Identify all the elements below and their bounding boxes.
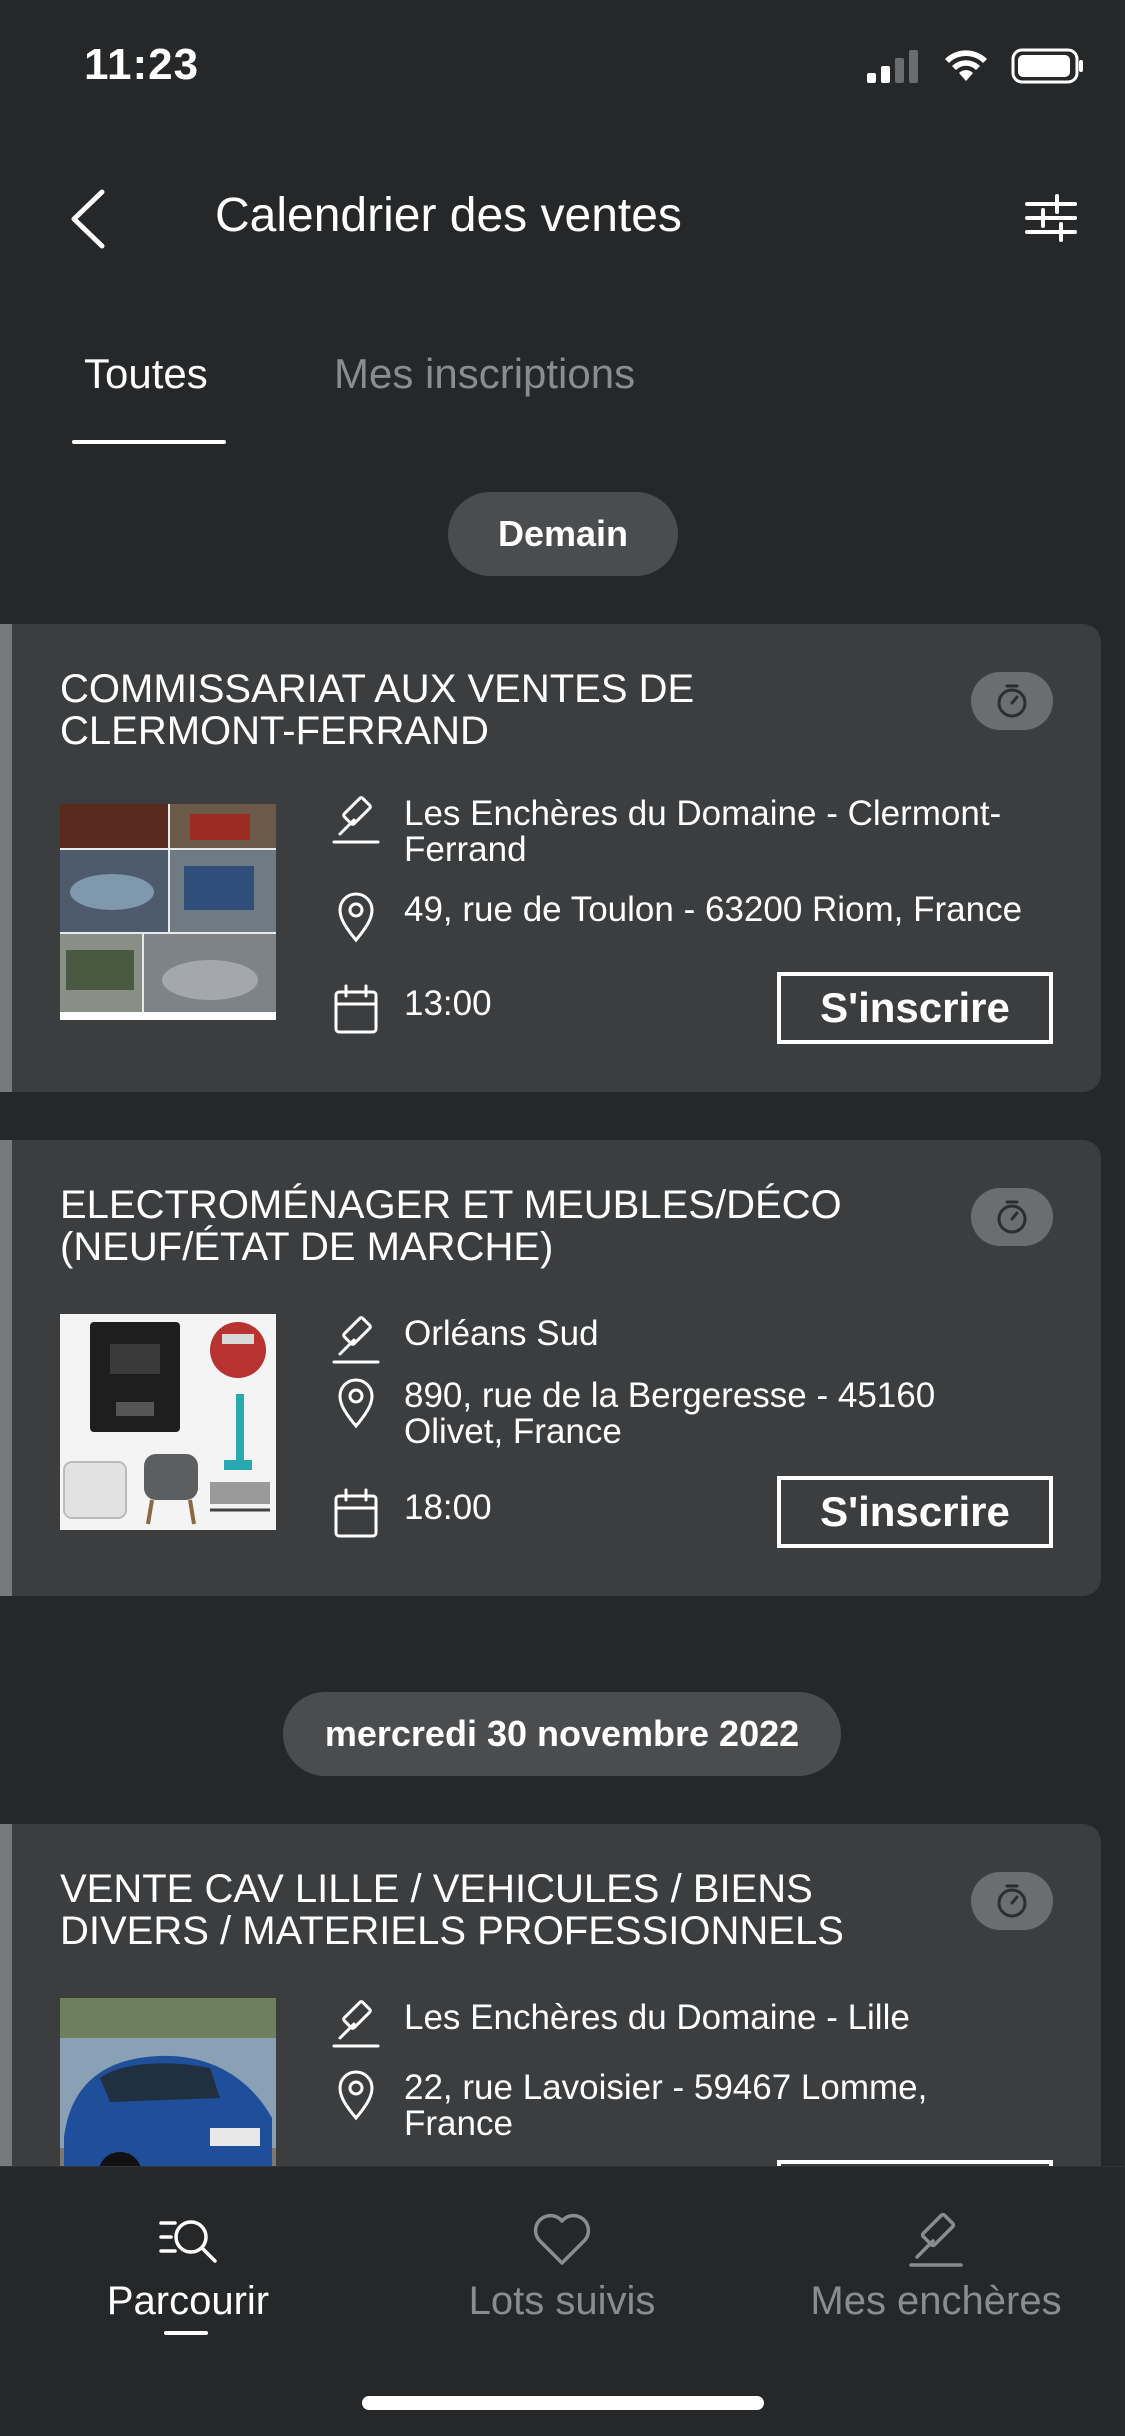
bottom-tab-label: Parcourir (106, 2279, 270, 2323)
bottom-tab-my-bids[interactable]: Mes enchères (786, 2207, 1086, 2324)
sale-thumbnail (60, 804, 276, 1020)
address-row: 49, rue de Toulon - 63200 Riom, France (328, 892, 1044, 944)
sale-address: 49, rue de Toulon - 63200 Riom, France (404, 890, 1023, 929)
auctioneer-row: Les Enchères du Domaine - Lille (328, 2000, 1044, 2052)
appliances-photo-collage (60, 1314, 276, 1530)
vehicles-photo-collage (60, 804, 276, 1020)
back-button[interactable] (60, 182, 120, 252)
stopwatch-icon (997, 684, 1027, 718)
address-row: 22, rue Lavoisier - 59467 Lomme, France (328, 2070, 1044, 2142)
register-button[interactable]: S'inscrire (777, 1476, 1053, 1548)
gavel-icon (332, 796, 380, 844)
home-indicator (362, 2396, 764, 2410)
sale-address: 22, rue Lavoisier - 59467 Lomme, France (404, 2068, 928, 2143)
gavel-icon (332, 1316, 380, 1364)
sale-card[interactable]: ELECTROMÉNAGER ET MEUBLES/DÉCO (NEUF/ÉTA… (0, 1140, 1101, 1596)
nav-bar: Calendrier des ventes (0, 160, 1125, 270)
stopwatch-icon (997, 1200, 1027, 1234)
active-bottom-tab-indicator (164, 2331, 208, 2335)
sale-address: 890, rue de la Bergeresse - 45160 Olivet… (404, 1376, 936, 1451)
active-tab-indicator (72, 440, 226, 444)
address-row: 890, rue de la Bergeresse - 45160 Olivet… (328, 1378, 1044, 1450)
sale-title: VENTE CAV LILLE / VEHICULES / BIENS DIVE… (60, 1867, 844, 1953)
location-pin-icon (338, 1378, 374, 1429)
tabs: Toutes Mes inscriptions (0, 330, 1125, 450)
wifi-icon (945, 50, 987, 81)
calendar-icon (334, 1488, 378, 1538)
filter-button[interactable] (1021, 188, 1081, 248)
tab-all[interactable]: Toutes (84, 350, 208, 398)
bottom-tab-label: Mes enchères (810, 2279, 1062, 2323)
auctioneer-row: Les Enchères du Domaine - Clermont-Ferra… (328, 796, 1044, 868)
sliders-icon (1025, 194, 1077, 242)
status-icons (867, 48, 1085, 84)
timer-badge (971, 672, 1053, 730)
bottom-tab-label: Lots suivis (468, 2279, 656, 2323)
sale-thumbnail (60, 1314, 276, 1530)
bottom-tab-followed-lots[interactable]: Lots suivis (412, 2207, 712, 2324)
location-pin-icon (338, 892, 374, 943)
gavel-icon (332, 2000, 380, 2048)
auctioneer-name: Orléans Sud (404, 1314, 599, 1353)
register-button[interactable]: S'inscrire (777, 972, 1053, 1044)
sale-title: COMMISSARIAT AUX VENTES DE CLERMONT-FERR… (60, 667, 695, 753)
search-list-icon (159, 2220, 217, 2263)
auctioneer-name: Les Enchères du Domaine - Clermont-Ferra… (404, 794, 1002, 869)
status-bar: 11:23 (0, 0, 1125, 140)
sale-title: ELECTROMÉNAGER ET MEUBLES/DÉCO (NEUF/ÉTA… (60, 1183, 842, 1269)
timer-badge (971, 1872, 1053, 1930)
auctioneer-name: Les Enchères du Domaine - Lille (404, 1998, 910, 2037)
battery-icon (1011, 48, 1083, 84)
date-pill: mercredi 30 novembre 2022 (283, 1692, 841, 1776)
stopwatch-icon (997, 1884, 1027, 1918)
calendar-icon (334, 984, 378, 1034)
status-time: 11:23 (84, 40, 200, 89)
date-pill: Demain (448, 492, 678, 576)
timer-badge (971, 1188, 1053, 1246)
gavel-icon (909, 2212, 963, 2267)
tab-my-registrations[interactable]: Mes inscriptions (334, 350, 635, 398)
auctioneer-row: Orléans Sud (328, 1316, 1044, 1368)
page-title: Calendrier des ventes (215, 189, 682, 242)
bottom-tab-browse[interactable]: Parcourir (38, 2207, 338, 2324)
chevron-left-icon (71, 189, 105, 249)
signal-icon (867, 50, 918, 83)
heart-icon (533, 2213, 591, 2265)
sale-card[interactable]: VENTE CAV LILLE / VEHICULES / BIENS DIVE… (0, 1824, 1101, 2232)
location-pin-icon (338, 2070, 374, 2121)
sale-card[interactable]: COMMISSARIAT AUX VENTES DE CLERMONT-FERR… (0, 624, 1101, 1092)
